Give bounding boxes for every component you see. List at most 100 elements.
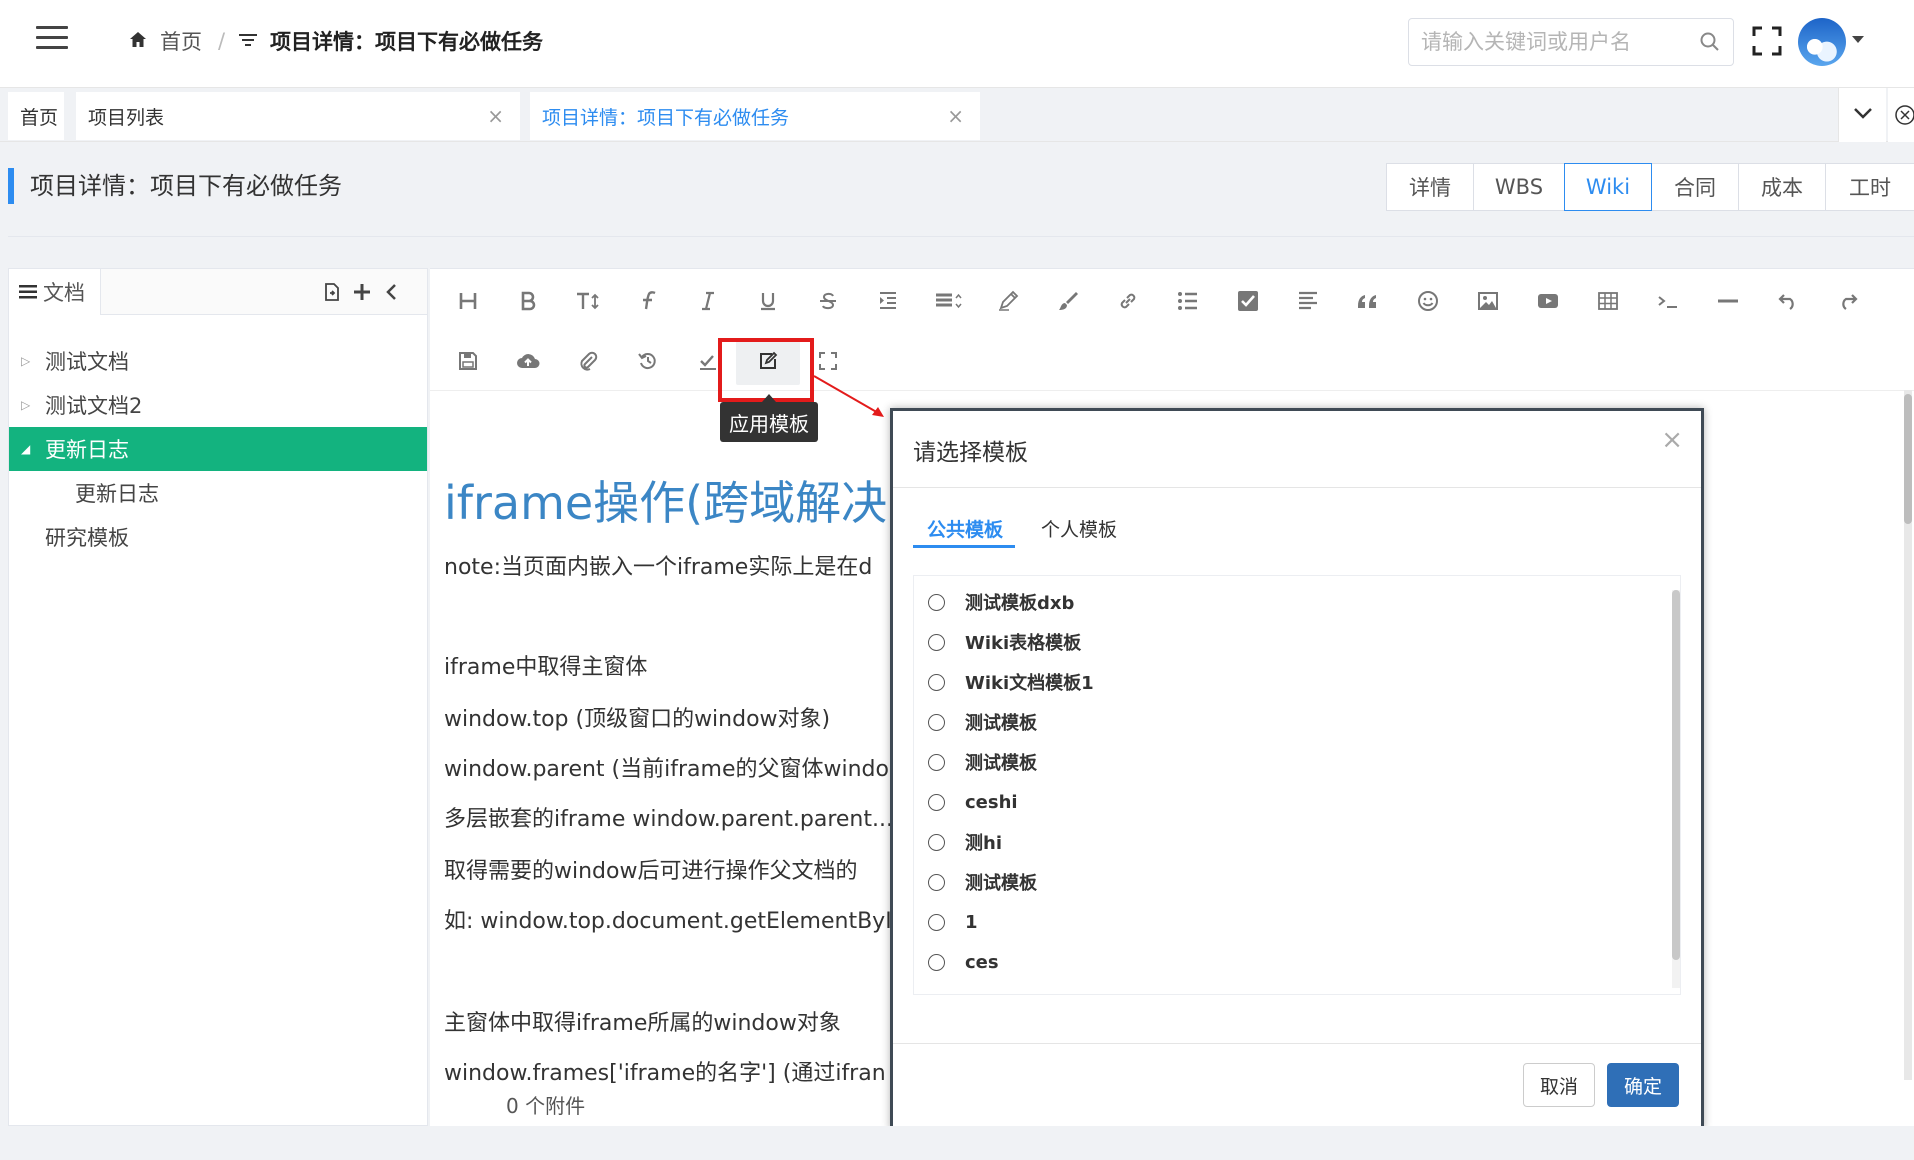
template-option[interactable]: 测试模板	[928, 702, 1037, 742]
scrollbar-thumb[interactable]	[1672, 590, 1680, 960]
undo-icon[interactable]	[1768, 281, 1808, 321]
contract-button[interactable]: 合同	[1651, 163, 1739, 211]
tab-personal-templates[interactable]: 个人模板	[1041, 515, 1117, 542]
close-all-tabs[interactable]	[1888, 88, 1914, 142]
tree-item[interactable]: ▷ 测试文档	[9, 339, 427, 383]
unordered-list-icon[interactable]	[1168, 281, 1208, 321]
tab-project-detail[interactable]: 项目详情：项目下有必做任务 ×	[530, 92, 980, 140]
close-icon[interactable]: ×	[947, 104, 964, 128]
template-option[interactable]: Wiki表格模板	[928, 622, 1081, 662]
search-input[interactable]	[1409, 19, 1679, 65]
history-icon[interactable]	[628, 341, 668, 381]
save-icon[interactable]	[448, 341, 488, 381]
video-icon[interactable]	[1528, 281, 1568, 321]
attachment-icon[interactable]	[568, 341, 608, 381]
template-name: ces	[965, 951, 999, 973]
bold-icon[interactable]	[508, 281, 548, 321]
search-icon[interactable]	[1699, 31, 1721, 53]
document-tree-panel: 文档 ▷ 测试文档 ▷ 测试文档2 ◢ 更新日志 更新日志 研究模板	[8, 268, 428, 1126]
template-option[interactable]: ceshi	[928, 782, 1018, 822]
content-paragraph: window.parent (当前iframe的父窗体windo	[444, 757, 889, 782]
worktime-button[interactable]: 工时	[1825, 163, 1914, 211]
fullscreen-icon[interactable]	[1752, 26, 1782, 56]
table-icon[interactable]	[1588, 281, 1628, 321]
collapse-left-icon[interactable]	[381, 281, 403, 303]
template-name: 1	[965, 911, 978, 933]
tab-project-list[interactable]: 项目列表 ×	[76, 92, 520, 140]
italic-icon[interactable]	[688, 281, 728, 321]
close-circle-icon	[1895, 105, 1914, 125]
template-list-scrollbar[interactable]	[1672, 590, 1680, 988]
image-icon[interactable]	[1468, 281, 1508, 321]
caret-down-icon[interactable]	[1852, 36, 1864, 43]
template-option[interactable]: Wiki文档模板1	[928, 662, 1094, 702]
template-option[interactable]: 测hi	[928, 822, 1002, 862]
wiki-button[interactable]: Wiki	[1564, 163, 1652, 211]
template-option[interactable]: 测试模板	[928, 862, 1037, 902]
add-icon[interactable]	[351, 281, 373, 303]
cancel-button[interactable]: 取消	[1523, 1063, 1595, 1107]
hamburger-menu-icon[interactable]	[36, 26, 68, 52]
quote-icon[interactable]	[1348, 281, 1388, 321]
scrollbar-thumb[interactable]	[1904, 394, 1912, 524]
tab-home[interactable]: 首页	[8, 92, 64, 140]
attachment-count[interactable]: 0 个附件	[506, 1090, 585, 1119]
heading-icon[interactable]	[448, 281, 488, 321]
pen-icon[interactable]	[988, 281, 1028, 321]
detail-button[interactable]: 详情	[1386, 163, 1474, 211]
import-document-icon[interactable]	[321, 281, 343, 303]
tree-item-selected[interactable]: ◢ 更新日志	[9, 427, 427, 471]
link-icon[interactable]	[1108, 281, 1148, 321]
tab-public-templates[interactable]: 公共模板	[927, 515, 1003, 542]
indent-icon[interactable]	[868, 281, 908, 321]
emoji-icon[interactable]	[1408, 281, 1448, 321]
align-left-icon[interactable]	[1288, 281, 1328, 321]
radio-button[interactable]	[928, 793, 945, 811]
user-avatar[interactable]	[1798, 18, 1846, 66]
tabs-dropdown[interactable]	[1838, 88, 1886, 142]
wbs-button[interactable]: WBS	[1473, 163, 1565, 211]
brush-icon[interactable]	[1048, 281, 1088, 321]
tree-item[interactable]: 更新日志	[9, 471, 427, 515]
radio-button[interactable]	[928, 953, 945, 971]
radio-button[interactable]	[928, 913, 945, 931]
cost-button[interactable]: 成本	[1738, 163, 1826, 211]
chevron-down-icon	[1854, 108, 1872, 119]
tree-expand-icon[interactable]: ▷	[21, 398, 30, 412]
template-option[interactable]: 测试模板dxb	[928, 582, 1074, 622]
radio-button[interactable]	[928, 673, 945, 691]
tree-expand-icon[interactable]: ▷	[21, 354, 30, 368]
radio-button[interactable]	[928, 873, 945, 891]
cloud-upload-icon[interactable]	[508, 341, 548, 381]
template-option[interactable]: ces	[928, 942, 999, 982]
code-icon[interactable]	[1648, 281, 1688, 321]
underline-icon[interactable]	[748, 281, 788, 321]
breadcrumb-home[interactable]: 首页	[160, 24, 202, 58]
redo-icon[interactable]	[1828, 281, 1868, 321]
radio-button[interactable]	[928, 593, 945, 611]
tree-collapse-icon[interactable]: ◢	[21, 442, 30, 456]
radio-button[interactable]	[928, 713, 945, 731]
radio-button[interactable]	[928, 753, 945, 771]
tree-item[interactable]: ▷ 测试文档2	[9, 383, 427, 427]
font-family-icon[interactable]	[628, 281, 668, 321]
line-height-icon[interactable]	[928, 281, 968, 321]
template-option[interactable]: 1	[928, 902, 978, 942]
tree-item-label: 测试文档	[45, 350, 129, 374]
template-option[interactable]: 测试模板	[928, 742, 1037, 782]
font-size-icon[interactable]	[568, 281, 608, 321]
editor-scrollbar[interactable]	[1904, 390, 1912, 1080]
tab-documents[interactable]: 文档	[9, 269, 101, 315]
radio-button[interactable]	[928, 833, 945, 851]
tree-item[interactable]: 研究模板	[9, 515, 427, 559]
strikethrough-icon[interactable]	[808, 281, 848, 321]
confirm-button[interactable]: 确定	[1607, 1063, 1679, 1107]
checkbox-icon[interactable]	[1228, 281, 1268, 321]
divider	[893, 487, 1701, 488]
close-icon[interactable]: ×	[1661, 425, 1683, 455]
annotation-arrow	[813, 375, 884, 417]
radio-button[interactable]	[928, 633, 945, 651]
home-icon	[130, 32, 146, 47]
horizontal-rule-icon[interactable]	[1708, 281, 1748, 321]
close-icon[interactable]: ×	[487, 104, 504, 128]
